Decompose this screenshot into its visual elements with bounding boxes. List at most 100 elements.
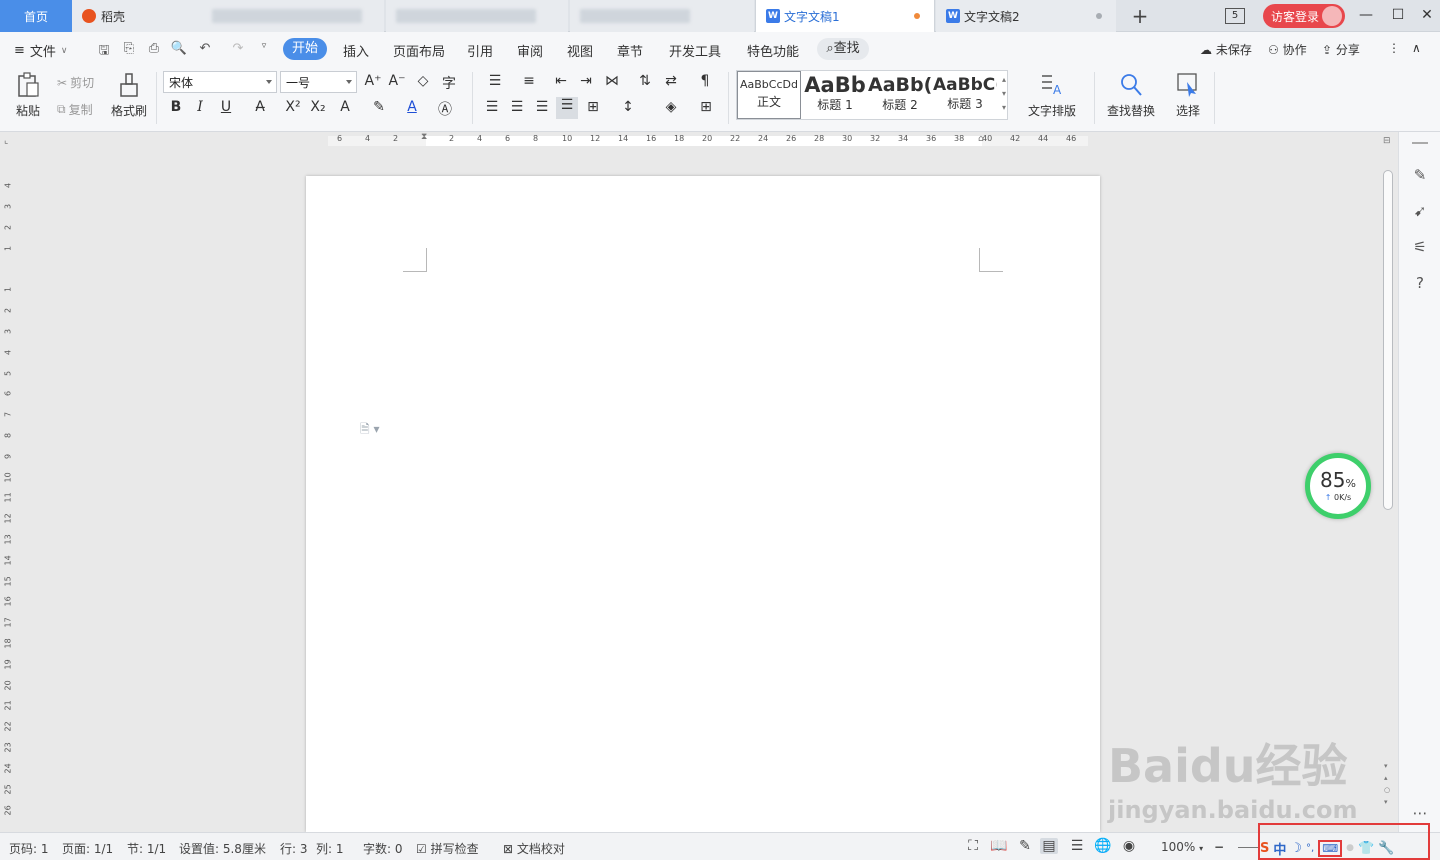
ime-lang-toggle[interactable]: 中 (1273, 839, 1286, 858)
settings-sliders-icon[interactable]: ⚟ (1410, 238, 1430, 258)
close-dot-icon[interactable] (1096, 13, 1102, 19)
zoom-select[interactable]: 100% ▾ (1161, 840, 1203, 854)
document-page[interactable]: 🗎 ▾ (306, 176, 1100, 832)
more-dots-icon[interactable]: ⋯ (1410, 804, 1430, 824)
tab-insert[interactable]: 插入 (343, 41, 369, 60)
clear-format-icon[interactable]: ◇ (412, 73, 434, 89)
split-view-icon[interactable]: ⊟ (1383, 136, 1391, 146)
right-indent-marker-icon[interactable]: ⌂ (978, 134, 984, 144)
undo-icon[interactable]: ↶ (196, 41, 214, 56)
cut-button[interactable]: ✂ 剪切 (57, 74, 94, 91)
more-icon[interactable]: ⋮ (1388, 41, 1400, 55)
new-tab-button[interactable]: + (1128, 4, 1152, 28)
paste-options-icon[interactable]: 🗎 ▾ (360, 420, 380, 441)
spell-check-button[interactable]: ☑ 拼写检查 (416, 840, 479, 857)
guest-login-button[interactable]: 访客登录 (1263, 4, 1345, 28)
phonetic-icon[interactable]: 字 (438, 73, 460, 93)
show-marks-icon[interactable]: ¶ (694, 73, 716, 89)
char-border-icon[interactable]: Ⓐ (434, 99, 456, 119)
text-layout-button[interactable]: A 文字排版 (1022, 72, 1082, 119)
sort-icon[interactable]: ⇅ (634, 73, 656, 89)
fullscreen-icon[interactable]: ⛶ (964, 838, 982, 854)
page-nav-icon[interactable]: ▾ ▴ ○ ▾ (1384, 760, 1390, 808)
highlight-icon[interactable]: ✎ (368, 99, 390, 115)
scroll-thumb[interactable] (1383, 170, 1393, 510)
page-view-icon[interactable]: ▤ (1040, 838, 1058, 854)
tab-reference[interactable]: 引用 (467, 41, 493, 60)
bold-icon[interactable]: B (165, 99, 187, 115)
shirt-icon[interactable]: 👕 (1358, 841, 1374, 856)
window-count-badge[interactable]: 5 (1225, 8, 1245, 24)
write-mode-icon[interactable]: ✎ (1016, 838, 1034, 854)
tab-blurred-2[interactable] (386, 0, 568, 32)
zoom-out-button[interactable]: − (1214, 840, 1224, 854)
print-preview-icon[interactable]: 🔍 (170, 41, 188, 56)
decrease-indent-icon[interactable]: ⇤ (550, 73, 572, 89)
save-icon[interactable]: 🖫 (95, 41, 113, 63)
italic-icon[interactable]: I (189, 99, 211, 115)
minimize-button[interactable]: — (1356, 5, 1376, 25)
tab-section[interactable]: 章节 (617, 41, 643, 60)
indent-marker-icon[interactable]: ⧗ (421, 132, 427, 142)
doc-proof-button[interactable]: ⊠ 文档校对 (503, 840, 565, 857)
align-center-icon[interactable]: ☰ (506, 99, 528, 115)
horizontal-ruler[interactable]: 6 4 2 2 4 6 8 10 12 14 16 18 20 22 24 26 28 30 32 34 36 38 40 4… (0, 132, 1380, 150)
font-name-select[interactable]: 宋体 (163, 71, 277, 93)
zoom-slider[interactable] (1238, 847, 1260, 848)
punctuation-icon[interactable]: °, (1306, 843, 1314, 854)
line-spacing-icon[interactable]: ↕ (617, 99, 639, 115)
network-speed-widget[interactable]: 85% ↑ 0K/s (1305, 453, 1371, 519)
subscript-icon[interactable]: X₂ (307, 99, 329, 115)
tab-daoke[interactable]: 稻壳 (72, 0, 202, 32)
collab-button[interactable]: ⚇ 协作 (1268, 41, 1307, 58)
tab-blurred-1[interactable] (202, 0, 384, 32)
close-button[interactable]: ✕ (1417, 5, 1437, 25)
style-heading-3[interactable]: AaBbC( 标题 3 (933, 71, 997, 119)
increase-indent-icon[interactable]: ⇥ (575, 73, 597, 89)
cursor-icon[interactable]: ➹ (1410, 202, 1430, 222)
font-color-icon[interactable]: A (401, 99, 423, 115)
moon-icon[interactable]: ☽ (1290, 841, 1302, 856)
status-word-count[interactable]: 字数: 0 (363, 840, 403, 857)
paste-button[interactable]: 粘贴 (10, 72, 46, 119)
tab-review[interactable]: 审阅 (517, 41, 543, 60)
tab-home[interactable]: 首页 (0, 0, 72, 32)
vertical-scrollbar[interactable]: ⊟ ▾ ▴ ○ ▾ (1380, 136, 1396, 832)
shading-icon[interactable]: ◈ (660, 99, 682, 115)
find-replace-button[interactable]: 查找替换 (1102, 72, 1160, 119)
outline-view-icon[interactable]: ☰ (1068, 838, 1086, 854)
distribute-icon[interactable]: ⊞ (582, 99, 604, 115)
bullet-list-icon[interactable]: ☰ (484, 73, 506, 89)
wrench-icon[interactable]: 🔧 (1378, 841, 1394, 856)
tab-developer[interactable]: 开发工具 (669, 41, 721, 60)
format-painter-button[interactable]: 格式刷 (108, 72, 150, 119)
tab-doc1[interactable]: W 文字文稿1 (755, 0, 935, 32)
redo-icon[interactable]: ↷ (229, 41, 247, 56)
reading-mode-icon[interactable]: 📖 (990, 838, 1008, 854)
tab-view[interactable]: 视图 (567, 41, 593, 60)
copy-button[interactable]: ⧉ 复制 (57, 101, 93, 118)
tab-page-layout[interactable]: 页面布局 (393, 41, 445, 60)
vertical-ruler[interactable]: 4 3 2 1 1 2 3 4 5 6 7 8 9 10 11 12 13 14 15 16 17 18 19 20 21 22 2… (0, 150, 16, 832)
status-setting-value[interactable]: 设置值: 5.8厘米 (179, 840, 266, 857)
superscript-icon[interactable]: X² (282, 99, 304, 115)
file-menu[interactable]: ≡ 文件 ∨ (14, 41, 68, 60)
unsaved-indicator[interactable]: ☁ 未保存 (1200, 41, 1252, 58)
maximize-button[interactable]: ☐ (1388, 5, 1408, 25)
grow-font-icon[interactable]: A⁺ (362, 73, 384, 89)
export-icon[interactable]: ⎘ (120, 41, 138, 56)
text-effect-icon[interactable]: A (334, 99, 356, 115)
user-icon[interactable]: ● (1346, 843, 1354, 853)
find-button[interactable]: ⌕查找 (817, 38, 869, 60)
underline-icon[interactable]: U (215, 99, 237, 115)
customize-icon[interactable]: ▿ (255, 41, 273, 51)
font-size-select[interactable]: 一号 (280, 71, 357, 93)
status-pages[interactable]: 页面: 1/1 (62, 840, 113, 857)
edit-icon[interactable]: ✎ (1410, 166, 1430, 186)
tab-doc2[interactable]: W 文字文稿2 (936, 0, 1116, 32)
text-direction-icon[interactable]: ⇄ (660, 73, 682, 89)
share-button[interactable]: ⇪ 分享 (1322, 41, 1360, 58)
style-heading-2[interactable]: AaBb( 标题 2 (868, 71, 932, 119)
collapse-ribbon-icon[interactable]: ∧ (1412, 41, 1421, 55)
gallery-scroll-icon[interactable]: ▴ ▾ ▾ (1002, 73, 1006, 115)
